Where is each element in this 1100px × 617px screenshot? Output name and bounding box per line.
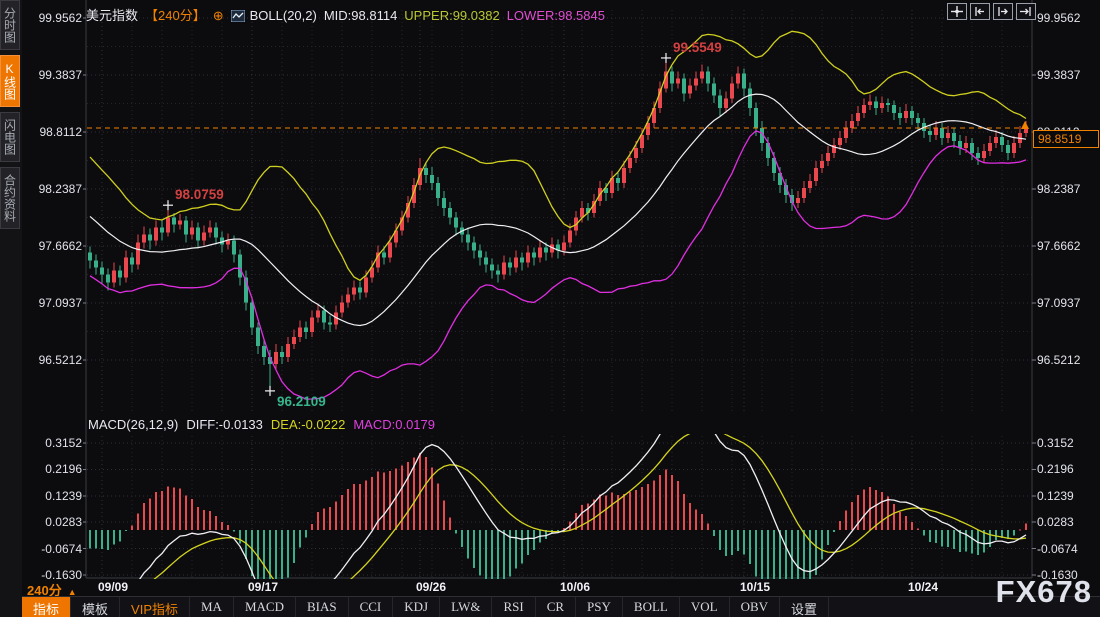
- toolbar-item-PSY[interactable]: PSY: [576, 597, 623, 617]
- axis-tick-96.5212: 96.5212: [24, 353, 82, 367]
- symbol-name: 美元指数: [86, 8, 138, 23]
- chart-type-sidebar: 分时图 K线图闪电图合约资料: [0, 0, 22, 617]
- toolbar-item-BOLL[interactable]: BOLL: [623, 597, 680, 617]
- axis-tick-0.0283: 0.0283: [1037, 515, 1097, 529]
- pan-back-icon[interactable]: [970, 3, 990, 20]
- price-annotation-99.5549: 99.5549: [673, 40, 722, 55]
- axis-tick-0.0283: 0.0283: [24, 515, 82, 529]
- indicator-toolbar: 指标模板VIP指标MAMACDBIASCCIKDJLW&RSICRPSYBOLL…: [22, 596, 1100, 617]
- toolbar-item-CR[interactable]: CR: [536, 597, 576, 617]
- axis-tick-0.1239: 0.1239: [24, 489, 82, 503]
- axis-tick--0.0674: -0.0674: [1037, 542, 1097, 556]
- axis-tick-99.3837: 99.3837: [24, 68, 82, 82]
- pan-forward-icon[interactable]: [993, 3, 1013, 20]
- crosshair-icon[interactable]: [947, 3, 967, 20]
- x-axis-label-09/09: 09/09: [98, 580, 128, 594]
- macd-dea-value: DEA:-0.0222: [271, 417, 345, 432]
- axis-tick-98.2387: 98.2387: [24, 182, 82, 196]
- axis-tick-97.0937: 97.0937: [24, 296, 82, 310]
- period-label: 【240分】: [145, 8, 206, 23]
- toolbar-item-VOL[interactable]: VOL: [680, 597, 730, 617]
- axis-tick-97.6662: 97.6662: [1037, 239, 1097, 253]
- axis-tick-0.3152: 0.3152: [1037, 436, 1097, 450]
- x-axis-label-09/17: 09/17: [248, 580, 278, 594]
- sidebar-tab-闪电图[interactable]: 闪电图: [0, 112, 20, 162]
- axis-tick-96.5212: 96.5212: [1037, 353, 1097, 367]
- boll-upper-value: UPPER:99.0382: [404, 8, 499, 23]
- axis-tick--0.0674: -0.0674: [24, 542, 82, 556]
- axis-tick-99.3837: 99.3837: [1037, 68, 1097, 82]
- boll-label: BOLL(20,2): [250, 8, 317, 23]
- x-axis-label-10/24: 10/24: [908, 580, 938, 594]
- toolbar-item-VIP指标[interactable]: VIP指标: [120, 597, 190, 617]
- toolbar-item-CCI[interactable]: CCI: [349, 597, 394, 617]
- x-axis-label-09/26: 09/26: [416, 580, 446, 594]
- axis-tick-97.6662: 97.6662: [24, 239, 82, 253]
- toolbar-item-设置[interactable]: 设置: [780, 597, 829, 617]
- axis-tick-99.9562: 99.9562: [1037, 11, 1097, 25]
- toolbar-item-OBV[interactable]: OBV: [730, 597, 780, 617]
- current-price-tag: 98.8519: [1033, 130, 1099, 148]
- toolbar-item-LW&[interactable]: LW&: [440, 597, 492, 617]
- macd-diff-value: DIFF:-0.0133: [186, 417, 263, 432]
- add-indicator-icon[interactable]: ⊕: [213, 8, 224, 23]
- macd-params-label: MACD(26,12,9): [88, 417, 178, 432]
- chart-tools-group: [947, 3, 1036, 20]
- axis-tick-0.1239: 0.1239: [1037, 489, 1097, 503]
- axis-tick-98.2387: 98.2387: [1037, 182, 1097, 196]
- toolbar-item-MACD[interactable]: MACD: [234, 597, 296, 617]
- x-axis-label-10/15: 10/15: [740, 580, 770, 594]
- fx678-watermark: FX678: [996, 574, 1092, 610]
- price-annotation-98.0759: 98.0759: [175, 187, 224, 202]
- macd-macd-value: MACD:0.0179: [353, 417, 435, 432]
- go-latest-icon[interactable]: [1016, 3, 1036, 20]
- boll-indicator-icon: [231, 10, 245, 22]
- price-annotation-96.2109: 96.2109: [277, 394, 326, 409]
- axis-tick-97.0937: 97.0937: [1037, 296, 1097, 310]
- sidebar-tab-分时图[interactable]: 分时图: [0, 0, 20, 50]
- toolbar-item-RSI[interactable]: RSI: [492, 597, 535, 617]
- x-axis-label-10/06: 10/06: [560, 580, 590, 594]
- axis-tick-98.8112: 98.8112: [24, 125, 82, 139]
- axis-tick-0.3152: 0.3152: [24, 436, 82, 450]
- toolbar-item-BIAS[interactable]: BIAS: [296, 597, 349, 617]
- toolbar-item-指标[interactable]: 指标: [22, 597, 71, 617]
- chart-header: 美元指数【240分】 ⊕ BOLL(20,2) MID:98.8114 UPPER:99…: [86, 5, 612, 24]
- boll-mid-value: MID:98.8114: [324, 8, 397, 23]
- trading-app-window: 99.5549 98.0759 96.2109 分时图 K线图闪电图合约资料 美元指数…: [0, 0, 1100, 617]
- macd-header: MACD(26,12,9) DIFF:-0.0133 DEA:-0.0222 MACD…: [88, 417, 443, 432]
- axis-tick-0.2196: 0.2196: [1037, 462, 1097, 476]
- sidebar-tab-K线图[interactable]: K线图: [0, 55, 20, 107]
- toolbar-item-模板[interactable]: 模板: [71, 597, 120, 617]
- boll-lower-value: LOWER:98.5845: [507, 8, 605, 23]
- kline-macd-chart[interactable]: 99.5549 98.0759 96.2109: [0, 0, 1100, 617]
- toolbar-item-KDJ[interactable]: KDJ: [393, 597, 440, 617]
- axis-tick-0.2196: 0.2196: [24, 462, 82, 476]
- sidebar-tab-合约资料[interactable]: 合约资料: [0, 167, 20, 229]
- toolbar-item-MA[interactable]: MA: [190, 597, 234, 617]
- axis-tick-99.9562: 99.9562: [24, 11, 82, 25]
